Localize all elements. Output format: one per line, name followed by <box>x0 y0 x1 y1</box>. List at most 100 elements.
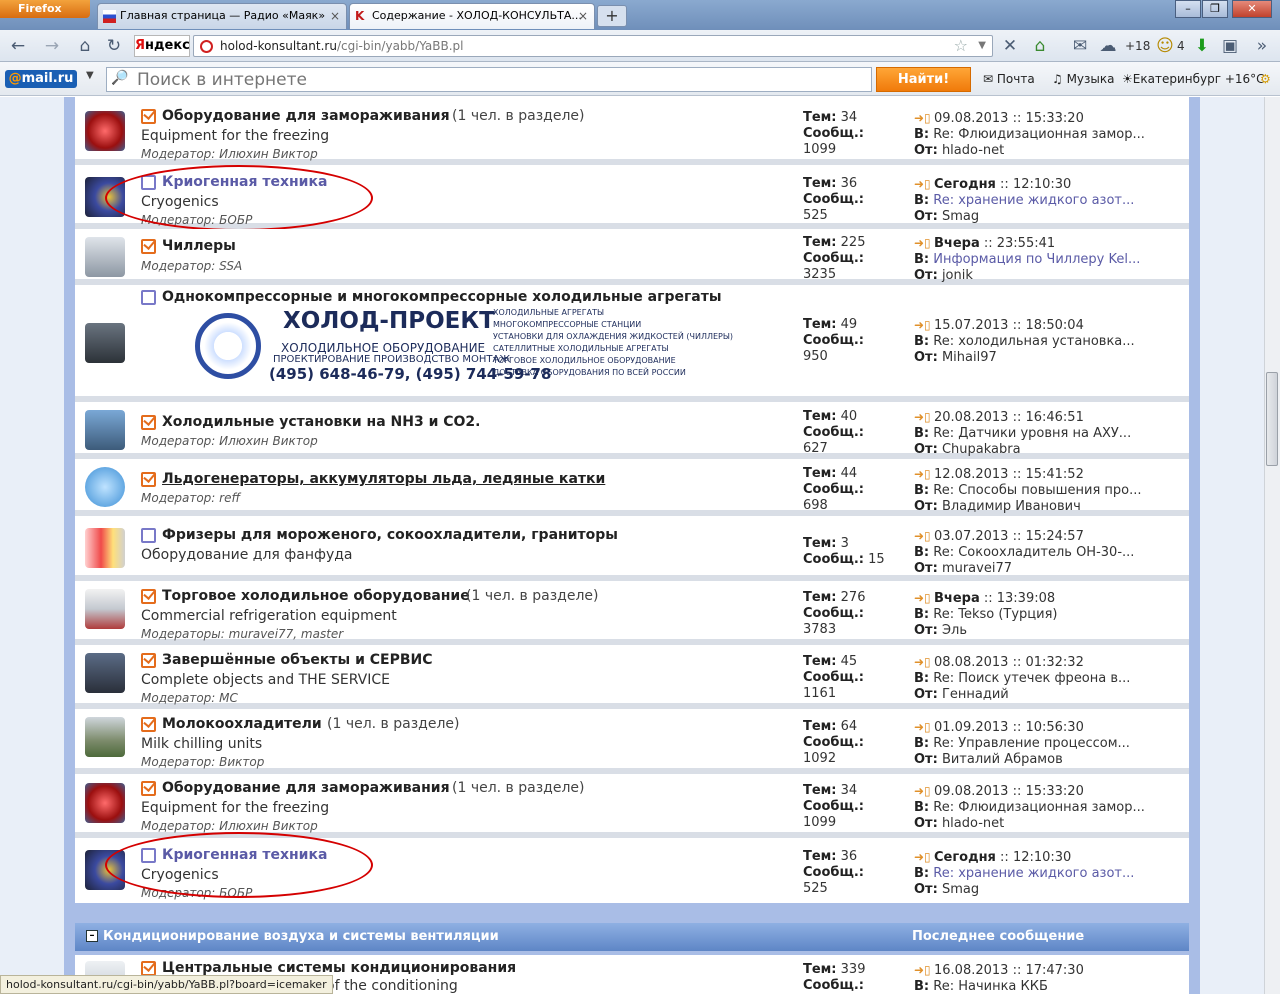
last-post-topic[interactable]: Информация по Чиллеру Kel... <box>933 252 1140 267</box>
addon-bar-icon[interactable]: ▣ <box>1220 36 1240 56</box>
board-title[interactable]: Чиллеры <box>162 238 236 254</box>
board-title[interactable]: Однокомпрессорные и многокомпрессорные х… <box>162 289 722 305</box>
last-post-icon[interactable]: ➜▯ <box>914 466 934 482</box>
holod-proekt-ad-banner[interactable]: ХОЛОД-ПРОЕКТ ХОЛОДИЛЬНОЕ ОБОРУДОВАНИЕ ПР… <box>189 307 749 385</box>
last-post-topic[interactable]: Re: хранение жидкого азот... <box>933 866 1134 881</box>
freezing-board-icon[interactable] <box>85 111 125 151</box>
url-text[interactable]: holod-konsultant.ru/cgi-bin/yabb/YaBB.pl <box>220 36 463 56</box>
last-post-icon[interactable]: ➜▯ <box>914 176 934 192</box>
mail-icon[interactable]: ✉ <box>1070 36 1090 56</box>
last-post-author[interactable]: hlado-net <box>942 143 1004 158</box>
last-post-icon[interactable]: ➜▯ <box>914 317 934 333</box>
weather-cloud-icon[interactable]: ☁ <box>1098 36 1118 56</box>
board-title[interactable]: Холодильные установки на NH3 и CO2. <box>162 414 481 430</box>
addon-icon[interactable]: ⌂ <box>1030 36 1050 56</box>
last-post-topic[interactable]: Re: Начинка ККБ <box>933 979 1048 994</box>
mailru-logo[interactable]: @mail.ru <box>5 70 77 88</box>
last-post-icon[interactable]: ➜▯ <box>914 962 934 978</box>
board-moderator[interactable]: Модератор: Илюхин Виктор <box>141 434 318 448</box>
board-title[interactable]: Центральные системы кондиционирования <box>162 960 516 976</box>
board-title[interactable]: Оборудование для замораживания <box>162 780 450 796</box>
board-moderator[interactable]: Модератор: БОБР <box>141 886 252 900</box>
url-bar[interactable]: holod-konsultant.ru/cgi-bin/yabb/YaBB.pl… <box>193 35 993 57</box>
back-icon[interactable]: ← <box>8 36 28 56</box>
close-icon[interactable]: × <box>578 4 588 28</box>
last-post-icon[interactable]: ➜▯ <box>914 590 934 606</box>
board-title[interactable]: Оборудование для замораживания <box>162 108 450 124</box>
tab-radio-mayak[interactable]: Главная страница — Радио «Маяк» × <box>97 3 347 29</box>
close-icon[interactable]: × <box>330 4 340 28</box>
last-post-icon[interactable]: ➜▯ <box>914 849 934 865</box>
last-post-author[interactable]: Геннадий <box>942 687 1009 702</box>
search-input[interactable] <box>137 68 857 91</box>
cryogenics-board-icon[interactable] <box>85 177 125 217</box>
cryogenics-board-icon[interactable] <box>85 850 125 890</box>
last-post-author[interactable]: Mihail97 <box>942 350 997 365</box>
last-post-icon[interactable]: ➜▯ <box>914 409 934 425</box>
reload-icon[interactable]: ↻ <box>104 36 124 56</box>
download-icon[interactable]: ⬇ <box>1192 36 1212 56</box>
freezer-board-icon[interactable] <box>85 528 125 568</box>
last-post-topic[interactable]: Re: холодильная установка... <box>933 334 1134 349</box>
music-link[interactable]: ♫ Музыка <box>1052 72 1115 86</box>
minimize-icon[interactable]: – <box>1175 0 1201 18</box>
firefox-menu-button[interactable]: Firefox <box>0 0 90 18</box>
last-post-topic[interactable]: Re: Флюидизационная замор... <box>933 127 1145 142</box>
chevron-down-icon[interactable]: ▼ <box>86 70 94 81</box>
category-title[interactable]: Кондиционирование воздуха и системы вент… <box>103 929 499 944</box>
last-post-icon[interactable]: ➜▯ <box>914 783 934 799</box>
board-title[interactable]: Криогенная техника <box>162 847 327 863</box>
forward-icon[interactable]: → <box>42 36 62 56</box>
chevron-down-icon[interactable]: ▼ <box>978 36 986 56</box>
commercial-board-icon[interactable] <box>85 589 125 629</box>
tab-holod-konsultant[interactable]: K Содержание - ХОЛОД-КОНСУЛЬТА... × <box>349 3 595 29</box>
last-post-icon[interactable]: ➜▯ <box>914 528 934 544</box>
collapse-icon[interactable]: – <box>86 930 98 942</box>
last-post-author[interactable]: Smag <box>942 882 979 897</box>
notification-icon[interactable]: ☺ <box>1155 36 1175 56</box>
search-box[interactable]: 🔎 <box>106 67 872 92</box>
maximize-icon[interactable]: ❐ <box>1202 0 1228 18</box>
settings-gear-icon[interactable]: ⚙ <box>1260 72 1271 86</box>
last-post-author[interactable]: Smag <box>942 209 979 224</box>
freezing-board-icon[interactable] <box>85 783 125 823</box>
bookmark-star-icon[interactable]: ☆ <box>954 36 968 56</box>
board-moderator[interactable]: Модератор: SSA <box>141 259 242 273</box>
last-post-icon[interactable]: ➜▯ <box>914 110 934 126</box>
last-post-author[interactable]: jonik <box>942 268 973 283</box>
search-button[interactable]: Найти! <box>876 67 971 92</box>
chiller-board-icon[interactable] <box>85 237 125 277</box>
mail-link[interactable]: ✉ Почта <box>983 72 1035 86</box>
board-moderator[interactable]: Модератор: Виктор <box>141 755 264 769</box>
last-post-topic[interactable]: Re: Управление процессом... <box>933 736 1130 751</box>
last-post-author[interactable]: Виталий Абрамов <box>942 752 1063 767</box>
scrollbar-track[interactable] <box>1264 97 1280 994</box>
board-moderator[interactable]: Модераторы: muravei77, master <box>141 627 343 641</box>
board-moderator[interactable]: Модератор: Илюхин Виктор <box>141 819 318 833</box>
board-title[interactable]: Завершённые объекты и СЕРВИС <box>162 652 433 668</box>
board-moderator[interactable]: Модератор: reff <box>141 491 240 505</box>
new-tab-button[interactable]: + <box>597 5 627 27</box>
last-post-topic[interactable]: Re: Сокоохладитель ОН-30-... <box>933 545 1134 560</box>
last-post-author[interactable]: muravei77 <box>942 561 1012 576</box>
nh3-board-icon[interactable] <box>85 410 125 450</box>
last-post-author[interactable]: hlado-net <box>942 816 1004 831</box>
stop-icon[interactable]: ✕ <box>1000 36 1020 56</box>
last-post-author[interactable]: Владимир Иванович <box>942 499 1081 514</box>
last-post-topic[interactable]: Re: Способы повышения про... <box>933 483 1141 498</box>
weather-link[interactable]: ☀Екатеринбург +16°C <box>1122 72 1265 86</box>
ice-board-icon[interactable] <box>85 467 125 507</box>
last-post-icon[interactable]: ➜▯ <box>914 235 934 251</box>
service-board-icon[interactable] <box>85 653 125 693</box>
last-post-author[interactable]: Эль <box>942 623 967 638</box>
board-title[interactable]: Торговое холодильное оборудование <box>162 588 470 604</box>
board-moderator[interactable]: Модератор: Илюхин Виктор <box>141 147 318 161</box>
board-title[interactable]: Молокоохладители <box>162 716 322 732</box>
board-moderator[interactable]: Модератор: БОБР <box>141 213 252 227</box>
milk-board-icon[interactable] <box>85 717 125 757</box>
board-title[interactable]: Криогенная техника <box>162 174 327 190</box>
board-title[interactable]: Фризеры для мороженого, сокоохладители, … <box>162 527 618 543</box>
board-moderator[interactable]: Модератор: MC <box>141 691 238 705</box>
compressor-board-icon[interactable] <box>85 323 125 363</box>
home-icon[interactable]: ⌂ <box>75 36 95 56</box>
